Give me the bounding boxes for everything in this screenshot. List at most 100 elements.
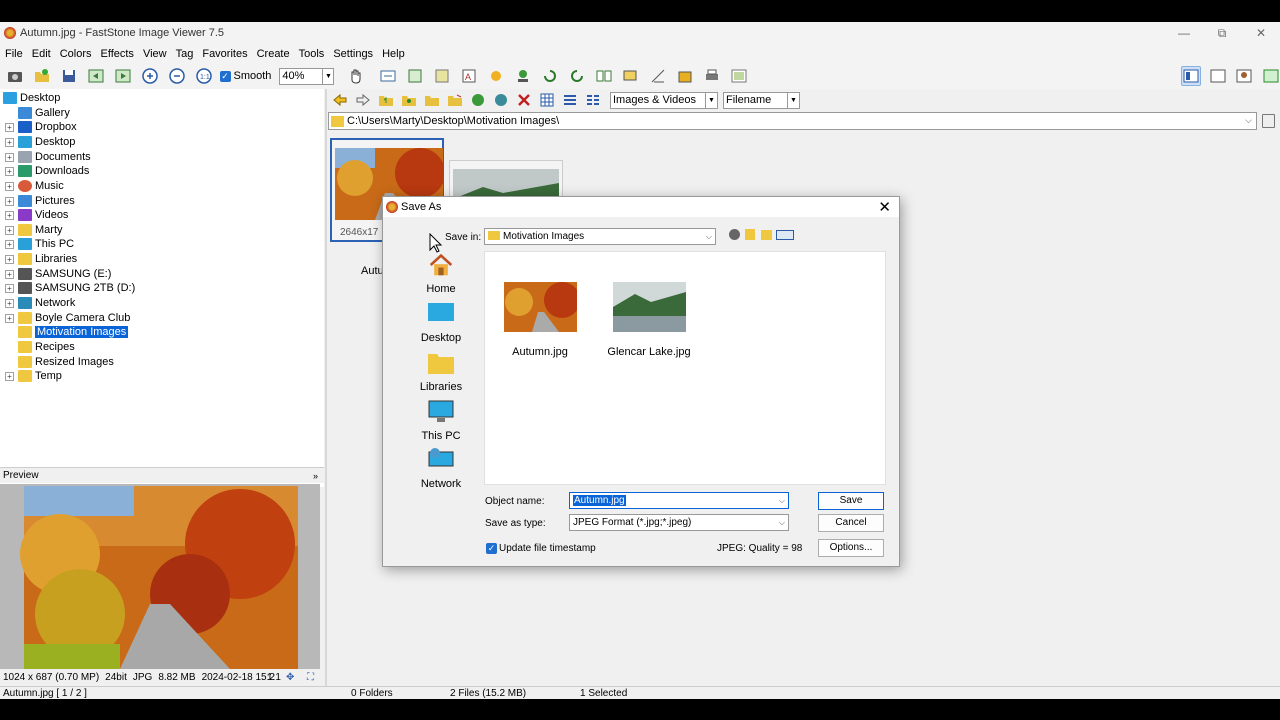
save-icon[interactable] <box>59 66 79 86</box>
zoom-in-icon[interactable] <box>140 66 160 86</box>
fullscreen-preview-icon[interactable]: ⛶ <box>307 672 314 683</box>
new-folder-icon[interactable] <box>761 230 772 240</box>
delete-icon[interactable] <box>515 91 533 109</box>
menu-edit[interactable]: Edit <box>27 48 55 60</box>
tree-item-marty[interactable]: Marty <box>18 223 63 237</box>
layout-full-icon[interactable] <box>1234 66 1254 86</box>
open-folder-icon[interactable] <box>32 66 52 86</box>
tree-item-boyle-camera-club[interactable]: Boyle Camera Club <box>18 311 130 325</box>
tree-item-desktop-root[interactable]: Desktop <box>3 91 60 105</box>
fullscreen-icon[interactable] <box>1261 66 1280 86</box>
expand-icon[interactable]: + <box>5 197 14 206</box>
fit-icon[interactable]: ✥ <box>286 672 294 683</box>
save-button[interactable]: Save <box>818 492 884 510</box>
details-view-icon[interactable] <box>561 91 579 109</box>
tree-item-samsung-e[interactable]: SAMSUNG (E:) <box>18 267 111 281</box>
expand-icon[interactable]: + <box>5 372 14 381</box>
back-arrow-icon[interactable] <box>331 91 349 109</box>
tree-item-gallery[interactable]: Gallery <box>18 106 70 120</box>
menu-help[interactable]: Help <box>377 48 409 60</box>
actual-size-icon[interactable]: 1:1 <box>194 66 214 86</box>
expand-icon[interactable]: + <box>5 211 14 220</box>
tree-item-documents[interactable]: Documents <box>18 150 91 164</box>
menu-tag[interactable]: Tag <box>171 48 198 60</box>
up-folder-icon[interactable] <box>745 229 755 240</box>
expand-icon[interactable]: + <box>5 226 14 235</box>
thumbnail-view-icon[interactable] <box>538 91 556 109</box>
path-bar[interactable]: C:\Users\Marty\Desktop\Motivation Images… <box>328 112 1257 130</box>
place-this-pc[interactable]: This PC <box>411 400 471 448</box>
color-adjust-icon[interactable] <box>513 66 533 86</box>
expand-icon[interactable]: + <box>5 182 14 191</box>
tree-item-desktop[interactable]: Desktop <box>18 135 75 149</box>
expand-icon[interactable]: + <box>5 255 14 264</box>
move-to-icon[interactable] <box>492 91 510 109</box>
zoom-dropdown-icon[interactable]: ▼ <box>323 67 335 85</box>
file-item-autumn[interactable]: Autumn.jpg <box>495 282 585 358</box>
layout-browser-icon[interactable] <box>1180 66 1201 86</box>
tree-item-videos[interactable]: Videos <box>18 208 68 222</box>
up-folder-icon[interactable] <box>377 91 395 109</box>
menu-colors[interactable]: Colors <box>55 48 96 60</box>
tree-item-downloads[interactable]: Downloads <box>18 164 89 178</box>
menu-tools[interactable]: Tools <box>294 48 329 60</box>
tree-item-music[interactable]: Music <box>18 179 64 193</box>
chevron-down-icon[interactable]: ⌵ <box>1245 115 1252 126</box>
cancel-button[interactable]: Cancel <box>818 514 884 532</box>
tree-item-network[interactable]: Network <box>18 296 75 310</box>
menu-file[interactable]: File <box>0 48 27 60</box>
next-image-icon[interactable] <box>113 66 133 86</box>
zoom-out-icon[interactable] <box>167 66 187 86</box>
tree-item-resized-images[interactable]: Resized Images <box>18 355 114 369</box>
previous-image-icon[interactable] <box>86 66 106 86</box>
menu-create[interactable]: Create <box>252 48 294 60</box>
options-button[interactable]: Options... <box>818 539 884 557</box>
update-timestamp-checkbox[interactable]: ✓ <box>486 543 497 554</box>
zoom-level-input[interactable]: 40% <box>279 67 324 85</box>
view-menu-icon[interactable] <box>776 230 794 240</box>
compare-icon[interactable] <box>594 66 614 86</box>
back-icon[interactable] <box>729 229 740 240</box>
minimize-button[interactable]: — <box>1165 22 1203 44</box>
expand-icon[interactable]: + <box>5 270 14 279</box>
forward-arrow-icon[interactable] <box>354 91 372 109</box>
expand-icon[interactable]: + <box>5 167 14 176</box>
print-icon[interactable] <box>702 66 722 86</box>
collapse-chevron-icon[interactable]: » <box>313 468 318 484</box>
place-desktop[interactable]: Desktop <box>411 302 471 350</box>
tree-item-motivation-images[interactable]: Motivation Images <box>18 325 129 339</box>
menu-favorites[interactable]: Favorites <box>197 48 251 60</box>
text-icon[interactable]: A <box>459 66 479 86</box>
trash-icon[interactable] <box>1262 114 1275 128</box>
tree-item-dropbox[interactable]: Dropbox <box>18 120 77 134</box>
tree-item-recipes[interactable]: Recipes <box>18 340 75 354</box>
place-libraries[interactable]: Libraries <box>411 351 471 399</box>
tree-item-samsung-d[interactable]: SAMSUNG 2TB (D:) <box>18 281 135 295</box>
actual-size-button[interactable]: 1:1 <box>267 672 281 683</box>
save-in-dropdown[interactable]: Motivation Images ⌵ <box>484 228 716 245</box>
filter-dropdown[interactable]: Images & Videos ▼ <box>610 91 718 109</box>
rotate-icon[interactable] <box>432 66 452 86</box>
layout-preview-icon[interactable] <box>1208 66 1228 86</box>
menu-settings[interactable]: Settings <box>328 48 377 60</box>
dialog-close-icon[interactable]: ✕ <box>878 198 891 216</box>
expand-icon[interactable]: + <box>5 240 14 249</box>
expand-icon[interactable]: + <box>5 153 14 162</box>
acquire-camera-icon[interactable] <box>5 66 25 86</box>
wallpaper-icon[interactable] <box>729 66 749 86</box>
file-item-glencar-lake[interactable]: Glencar Lake.jpg <box>604 282 694 358</box>
menu-view[interactable]: View <box>138 48 171 60</box>
tree-item-this-pc[interactable]: This PC <box>18 237 74 251</box>
smooth-checkbox[interactable]: ✓ Smooth <box>219 70 271 82</box>
place-home[interactable]: Home <box>411 253 471 301</box>
resize-icon[interactable] <box>378 66 398 86</box>
hand-tool-icon[interactable] <box>346 66 366 86</box>
batch-icon[interactable] <box>675 66 695 86</box>
expand-icon[interactable]: + <box>5 299 14 308</box>
tree-item-pictures[interactable]: Pictures <box>18 194 75 208</box>
expand-icon[interactable]: + <box>5 314 14 323</box>
sort-dropdown[interactable]: Filename ▼ <box>723 91 800 109</box>
new-folder-icon[interactable] <box>400 91 418 109</box>
crop-icon[interactable] <box>405 66 425 86</box>
expand-icon[interactable]: + <box>5 138 14 147</box>
